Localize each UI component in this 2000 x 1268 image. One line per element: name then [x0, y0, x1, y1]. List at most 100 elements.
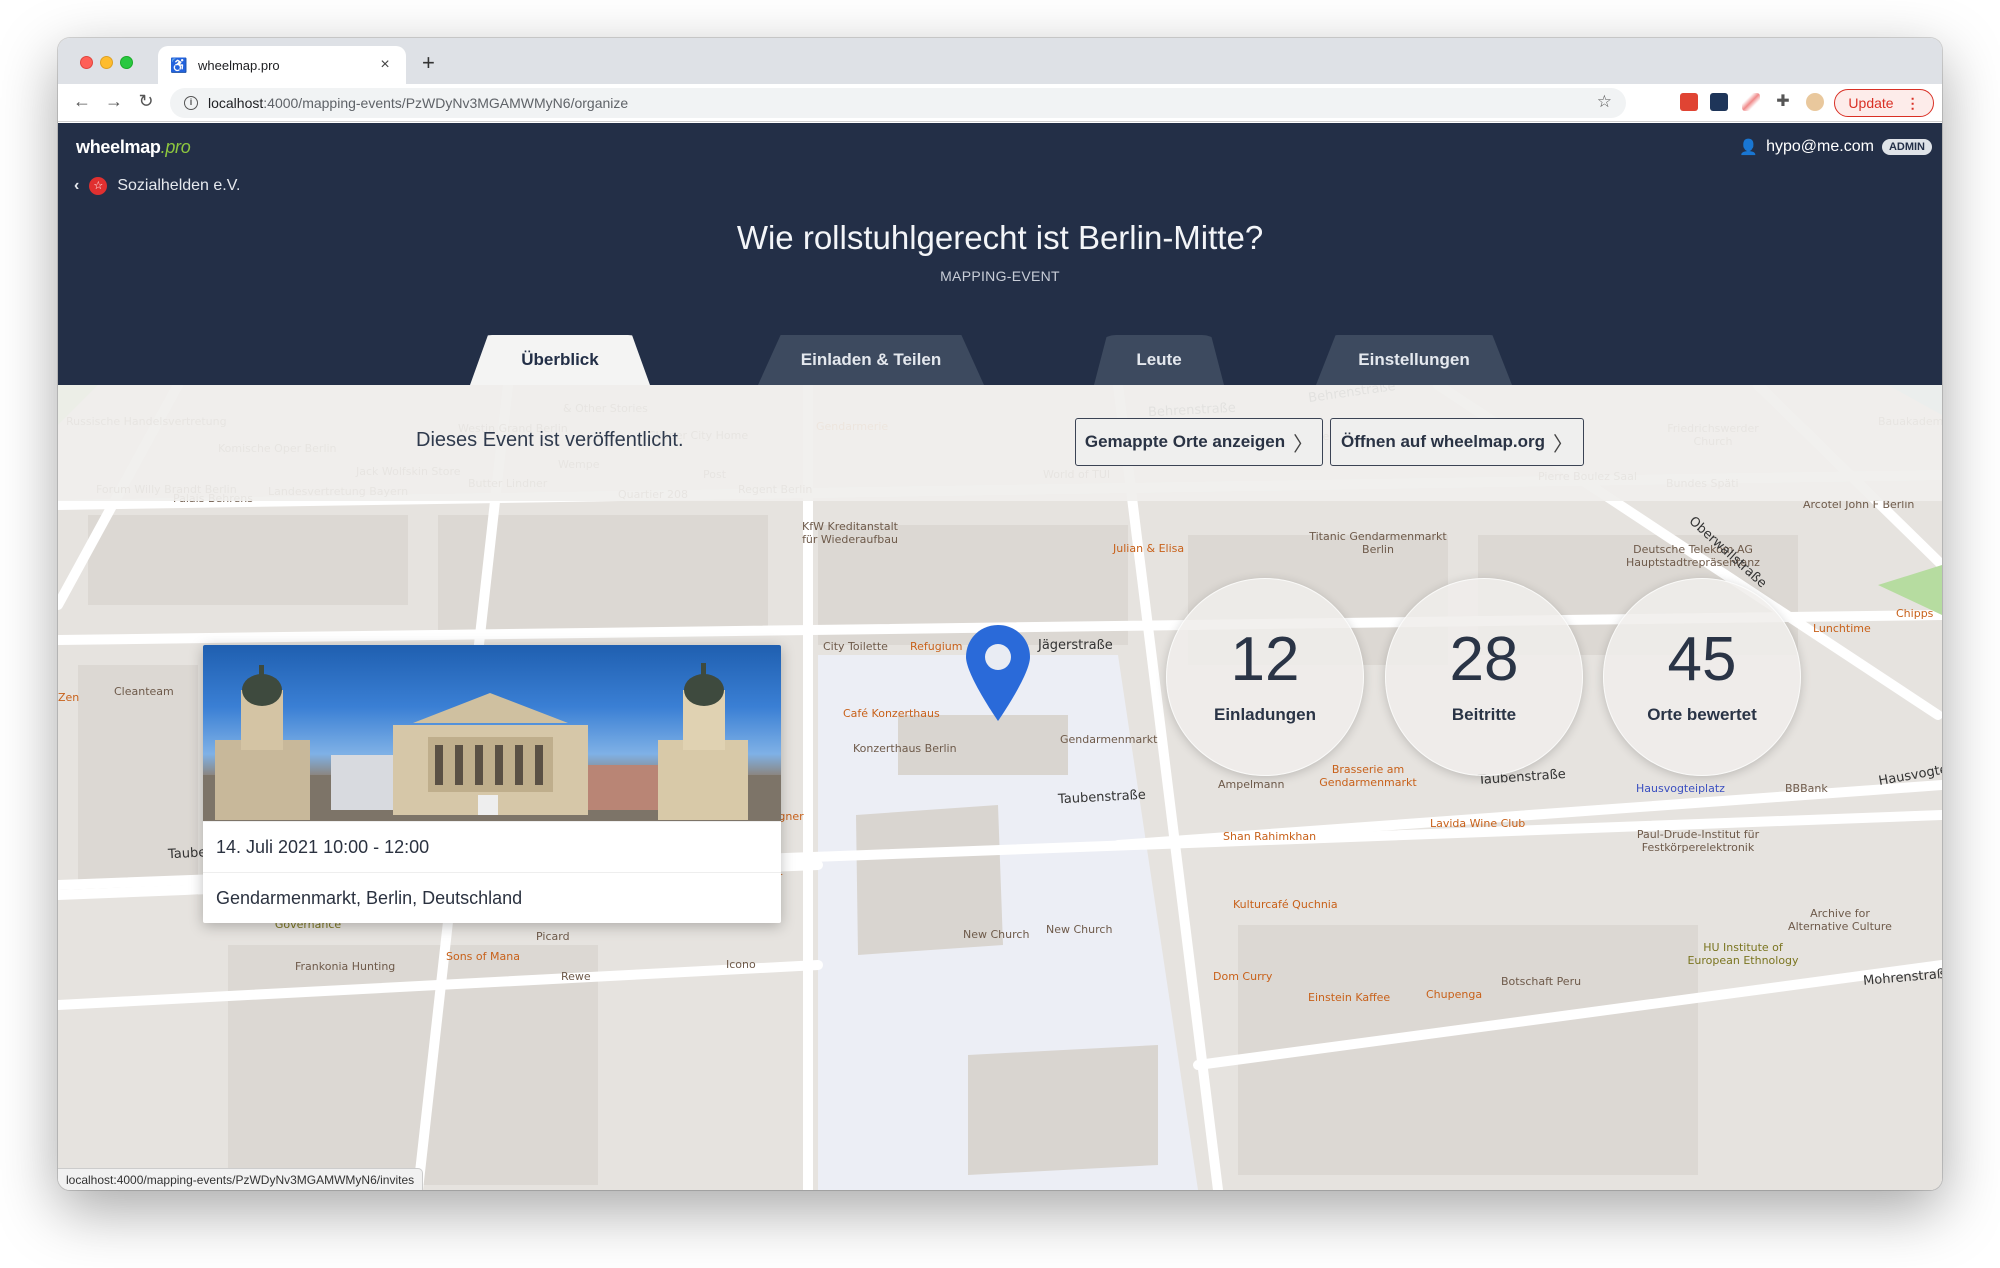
map-label-food: Lavida Wine Club: [1430, 817, 1526, 830]
show-mapped-places-label: Gemappte Orte anzeigen: [1084, 432, 1286, 451]
event-type: MAPPING-EVENT: [940, 268, 1060, 284]
maximize-window-button[interactable]: [120, 56, 133, 69]
forward-arrow-icon[interactable]: →: [102, 91, 126, 112]
map-label: New Church: [1046, 923, 1113, 936]
bookmark-star-icon[interactable]: ☆: [1597, 92, 1612, 112]
open-wheelmap-label: Öffnen auf wheelmap.org: [1340, 432, 1546, 451]
chevron-right-icon: 〉: [1553, 433, 1574, 456]
map-label: KfW Kreditanstalt für Wiederaufbau: [802, 520, 898, 546]
map-label-food: Café Konzerthaus: [843, 707, 940, 720]
street-label: Jägerstraße: [1038, 638, 1113, 653]
browser-tab-title: wheelmap.pro: [198, 57, 280, 73]
browser-toolbar: ← → ↻ i localhost:4000/mapping-events/Pz…: [58, 84, 1942, 122]
extension-red-icon[interactable]: [1680, 93, 1698, 111]
location-pin-icon[interactable]: [964, 623, 1032, 723]
tab-people[interactable]: Leute: [1094, 335, 1224, 385]
map-label-food: Zen: [58, 691, 80, 704]
event-title: Wie rollstuhlgerecht ist Berlin-Mitte?: [736, 219, 1264, 256]
map-label-food: Chupenga: [1426, 988, 1483, 1001]
extension-blue-icon[interactable]: [1710, 93, 1728, 111]
logo-main: wheelmap: [76, 137, 161, 157]
event-tabs: Überblick Einladen & Teilen Leute Einste…: [58, 335, 1942, 385]
map-label-food: Sons of Mana: [446, 950, 520, 963]
user-email: hypo@me.com: [1766, 138, 1874, 155]
tab-settings[interactable]: Einstellungen: [1316, 335, 1512, 385]
url-host: localhost: [208, 95, 264, 111]
map-label: Picard: [536, 930, 570, 943]
browser-window: ♿ wheelmap.pro × + ← → ↻ i localhost:400…: [58, 38, 1942, 1190]
map-label-education: HU Institute of European Ethnology: [1687, 941, 1799, 967]
back-arrow-icon[interactable]: ←: [70, 91, 94, 112]
map-label-food: Dom Curry: [1213, 970, 1273, 983]
minimize-window-button[interactable]: [100, 56, 113, 69]
wheelmap-pro-logo[interactable]: wheelmap.pro: [76, 137, 191, 158]
map-label: BBBank: [1785, 782, 1828, 795]
organization-logo-icon: ☆: [89, 177, 108, 195]
map-label-food: Brasserie am Gendarmenmarkt: [1319, 763, 1417, 789]
close-window-button[interactable]: [80, 56, 93, 69]
tab-overview[interactable]: Überblick: [470, 335, 650, 385]
map-label: Konzerthaus Berlin: [853, 742, 957, 755]
app-header: wheelmap.pro 👤 hypo@me.com ADMIN ‹ ☆ Soz…: [58, 123, 1942, 385]
map-label-transit: Hausvogteiplatz: [1636, 782, 1725, 795]
info-icon[interactable]: i: [184, 96, 198, 110]
update-button[interactable]: Update ⋮: [1834, 89, 1934, 117]
map-label: Icono: [726, 958, 756, 971]
chevron-left-icon: ‹: [74, 177, 80, 194]
wheelchair-favicon-icon: ♿: [170, 57, 188, 73]
map-label-food: Lunchtime: [1813, 622, 1871, 635]
map-label-food: Kulturcafé Quchnia: [1233, 898, 1338, 911]
map-label: Archive for Alternative Culture: [1788, 907, 1892, 933]
extension-stripes-icon[interactable]: [1742, 93, 1760, 111]
extensions-puzzle-icon[interactable]: ✚: [1774, 93, 1792, 111]
map-label: Titanic Gendarmenmarkt Berlin: [1309, 530, 1447, 556]
new-tab-button[interactable]: +: [422, 50, 435, 76]
publish-status-text: Dieses Event ist veröffentlicht.: [416, 429, 684, 451]
map-label: Gendarmenmarkt: [1060, 733, 1158, 746]
stat-joins-label: Beitritte: [1451, 705, 1517, 724]
event-location: Gendarmenmarkt, Berlin, Deutschland: [203, 872, 781, 923]
user-menu[interactable]: 👤 hypo@me.com ADMIN: [1739, 138, 1932, 156]
map-label: Rewe: [561, 970, 591, 983]
reload-icon[interactable]: ↻: [134, 91, 158, 112]
map-label: Ampelmann: [1218, 778, 1285, 791]
admin-badge: ADMIN: [1881, 139, 1932, 155]
stat-joins: 28 Beitritte: [1385, 578, 1583, 776]
logo-suffix: .pro: [160, 137, 191, 157]
organization-back-link[interactable]: ‹ ☆ Sozialhelden e.V.: [74, 177, 240, 195]
event-photo: [203, 645, 781, 821]
chevron-right-icon: 〉: [1293, 433, 1314, 456]
map-label: Cleanteam: [114, 685, 174, 698]
show-mapped-places-button[interactable]: Gemappte Orte anzeigen 〉: [1075, 418, 1323, 466]
url-path: :4000/mapping-events/PzWDyNv3MGAMWMyN6/o…: [263, 95, 629, 111]
map-label-food: Refugium: [910, 640, 963, 653]
profile-avatar[interactable]: [1806, 93, 1824, 111]
stat-invitations-value: 12: [1230, 625, 1300, 694]
update-label: Update: [1848, 95, 1894, 111]
browser-tab[interactable]: ♿ wheelmap.pro ×: [158, 46, 406, 84]
event-card: 14. Juli 2021 10:00 - 12:00 Gendarmenmar…: [203, 645, 781, 923]
event-date: 14. Juli 2021 10:00 - 12:00: [203, 821, 781, 872]
map-label-food: Shan Rahimkhan: [1223, 830, 1317, 843]
map-label-food: Julian & Elisa: [1113, 542, 1185, 555]
stat-invitations-label: Einladungen: [1214, 705, 1316, 724]
stat-places-rated-value: 45: [1667, 625, 1737, 694]
map-label: Frankonia Hunting: [295, 960, 396, 973]
browser-tabstrip: ♿ wheelmap.pro × +: [58, 38, 1942, 84]
link-hover-status-url: localhost:4000/mapping-events/PzWDyNv3MG…: [58, 1168, 424, 1190]
map-label-food: Chipps: [1896, 607, 1934, 620]
address-bar[interactable]: i localhost:4000/mapping-events/PzWDyNv3…: [170, 88, 1626, 118]
overview-content: Russische Handelsvertretung Komische Ope…: [58, 385, 1942, 1190]
organization-name: Sozialhelden e.V.: [117, 177, 241, 194]
stat-invitations: 12 Einladungen: [1166, 578, 1364, 776]
stat-places-rated-label: Orte bewertet: [1647, 705, 1757, 724]
close-tab-icon[interactable]: ×: [376, 56, 394, 74]
tab-invite-share[interactable]: Einladen & Teilen: [758, 335, 984, 385]
user-icon: 👤: [1739, 139, 1759, 156]
gendarmenmarkt-panorama-image: [203, 663, 781, 821]
map-label: Paul-Drude-Institut für Festkörperelektr…: [1636, 828, 1760, 854]
stat-places-rated: 45 Orte bewertet: [1603, 578, 1801, 776]
menu-dots-icon: ⋮: [1905, 94, 1920, 111]
open-wheelmap-button[interactable]: Öffnen auf wheelmap.org 〉: [1330, 418, 1584, 466]
map-label: City Toilette: [823, 640, 888, 653]
